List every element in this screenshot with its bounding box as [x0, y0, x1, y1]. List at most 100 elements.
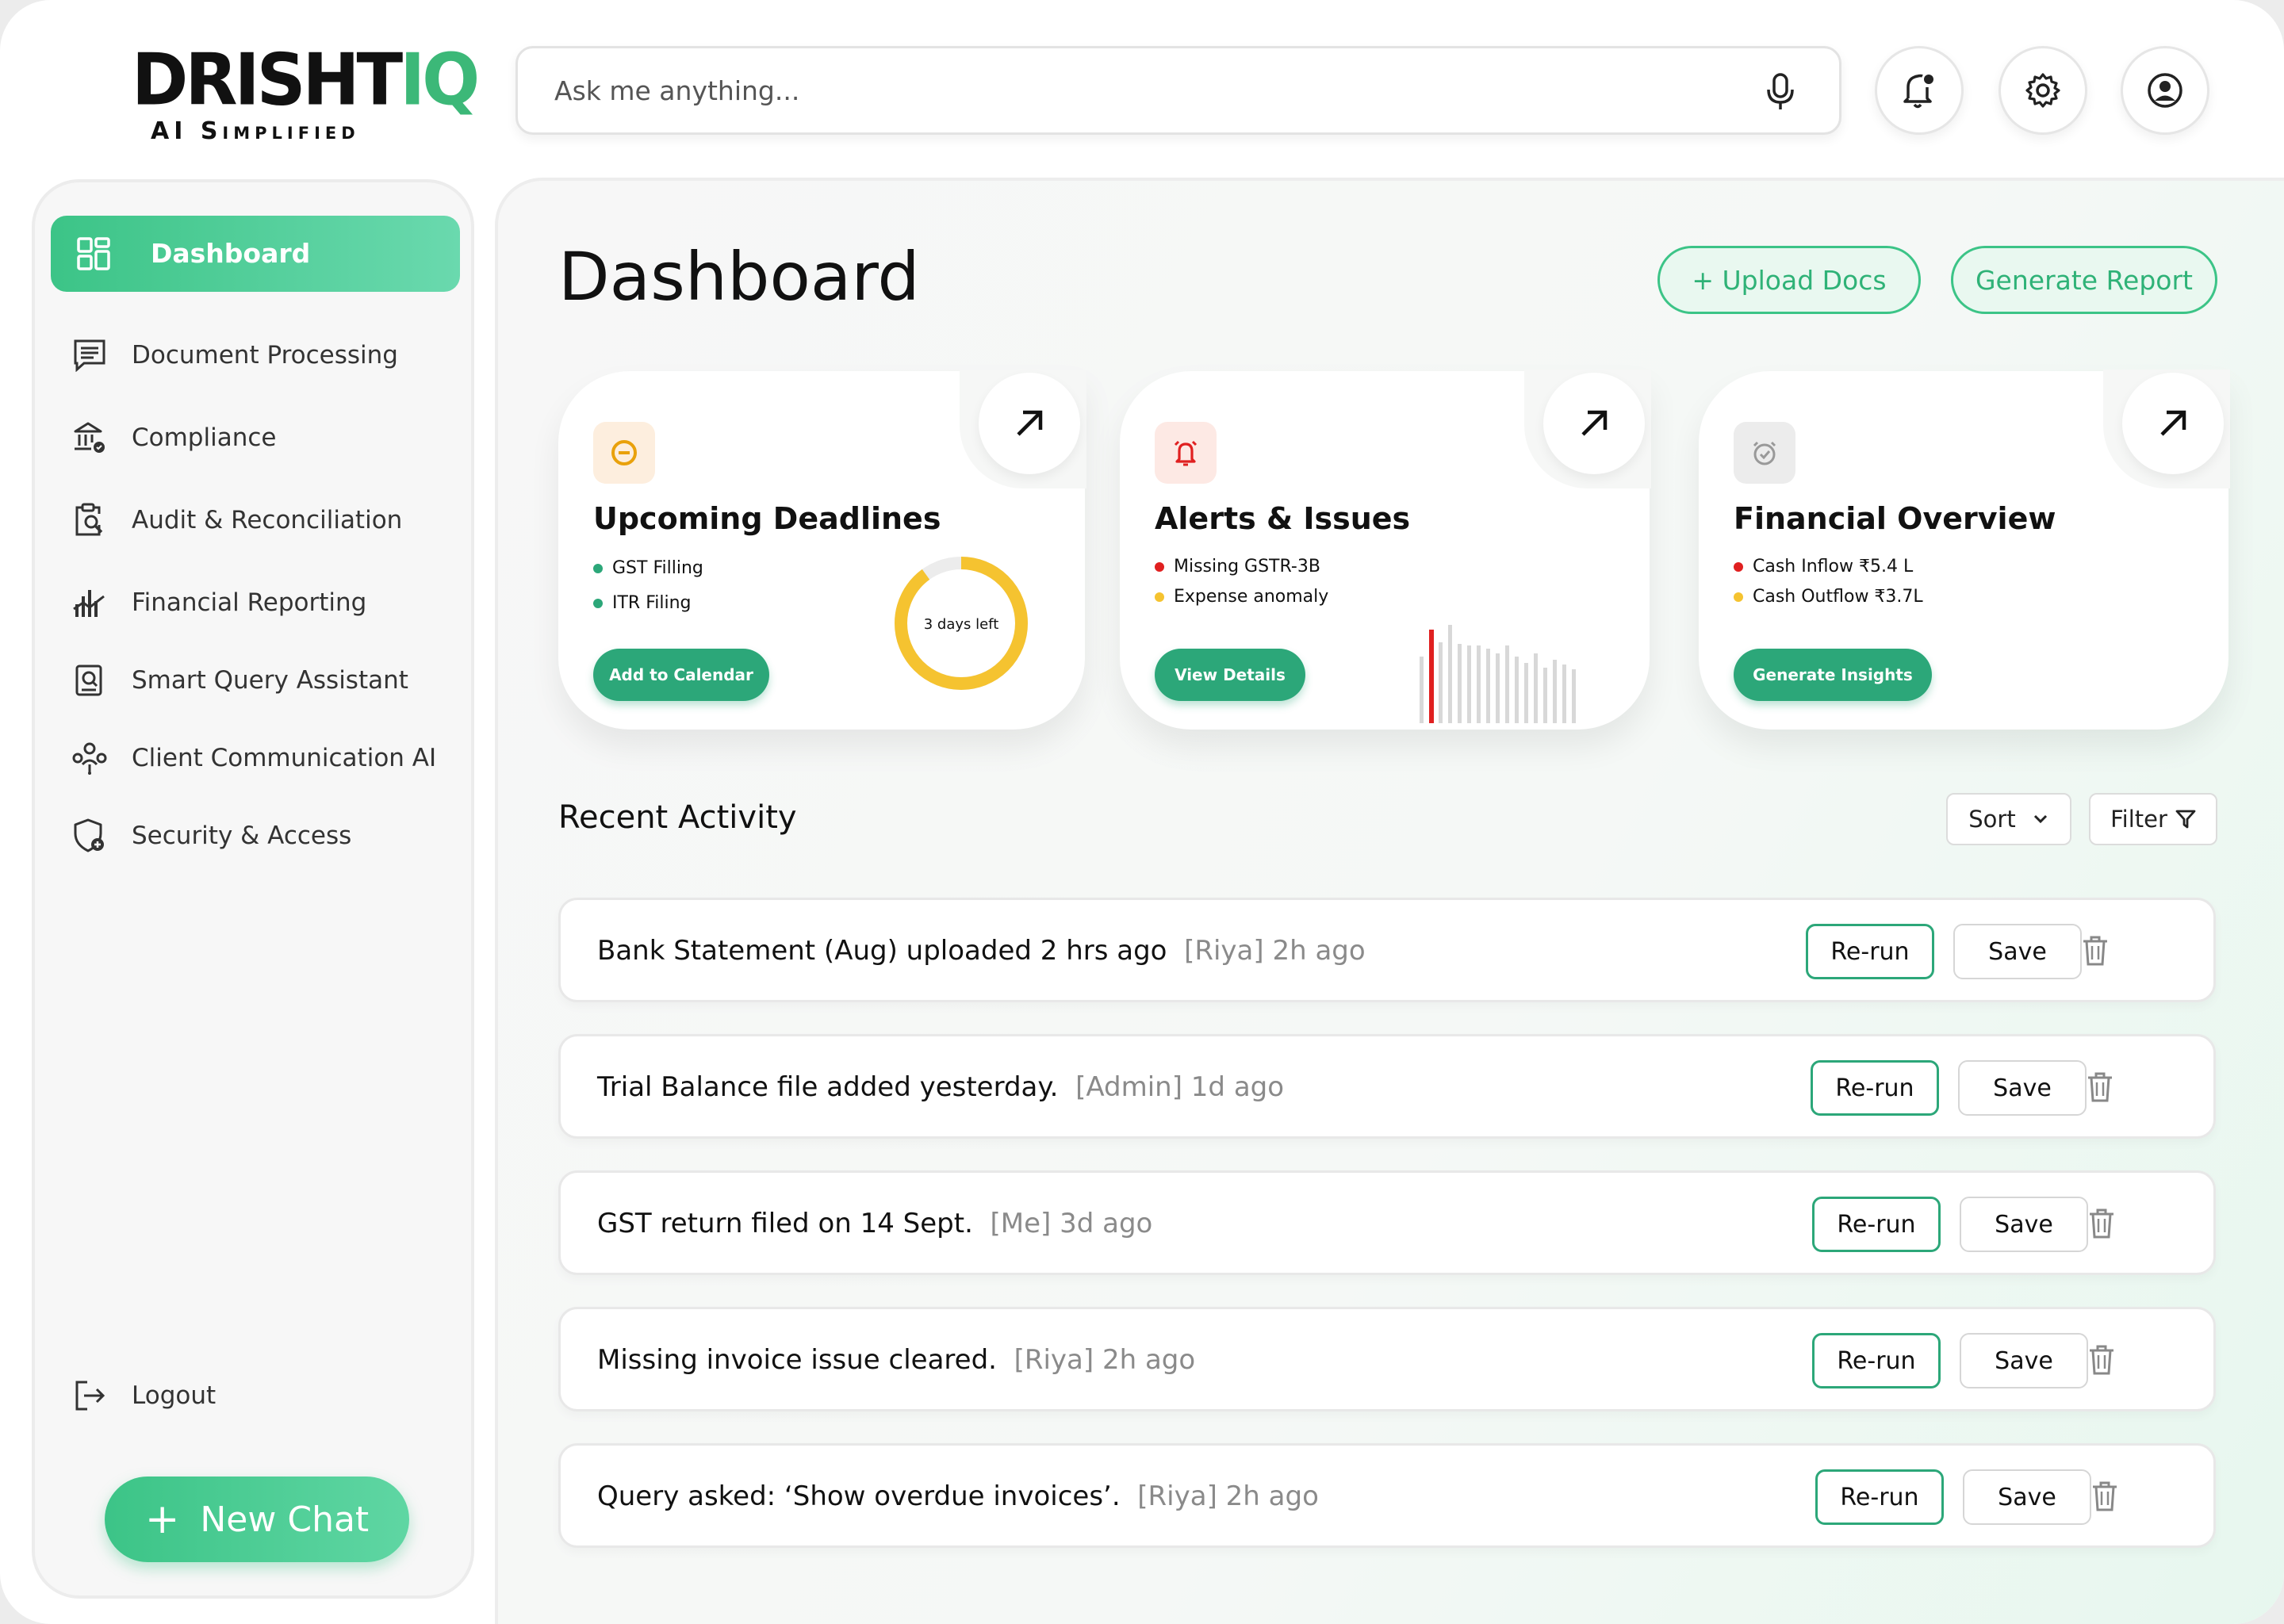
activity-text: Trial Balance file added yesterday. [Adm… — [597, 1071, 1285, 1103]
page-title: Dashboard — [558, 238, 920, 316]
shield-icon — [71, 818, 108, 854]
activity-row[interactable]: Query asked: ‘Show overdue invoices’. [R… — [558, 1443, 2216, 1548]
alarm-bell-icon — [1155, 422, 1217, 484]
chart-icon — [71, 584, 108, 621]
activity-meta: [Riya] 2h ago — [1184, 935, 1366, 967]
sidebar-item-financial-reporting[interactable]: Financial Reporting — [71, 579, 452, 626]
deadline-progress-ring: 3 days left — [895, 557, 1028, 690]
notifications-button[interactable] — [1875, 46, 1964, 135]
save-button[interactable]: Save — [1963, 1469, 2091, 1525]
sidebar-item-label: Client Communication AI — [132, 744, 437, 772]
card-bullet: Cash Outflow ₹3.7L — [1734, 587, 1923, 607]
activity-meta: [Me] 3d ago — [990, 1208, 1153, 1239]
generate-insights-button[interactable]: Generate Insights — [1734, 649, 1932, 701]
trash-icon[interactable] — [2088, 1208, 2115, 1239]
bell-icon — [1903, 74, 1933, 109]
deadline-icon — [593, 422, 655, 484]
sidebar-item-security-access[interactable]: Security & Access — [71, 812, 452, 860]
sidebar-item-label: Smart Query Assistant — [132, 666, 408, 695]
brand-logo[interactable]: DRISHTIQ AI Simplified — [132, 38, 480, 147]
sidebar-item-label: Compliance — [132, 423, 277, 452]
alarm-clock-icon — [1734, 422, 1795, 484]
rerun-button[interactable]: Re-run — [1806, 924, 1934, 979]
trash-icon[interactable] — [2087, 1071, 2113, 1103]
activity-text: Bank Statement (Aug) uploaded 2 hrs ago … — [597, 935, 1366, 967]
microphone-icon[interactable] — [1765, 72, 1796, 112]
save-button[interactable]: Save — [1958, 1060, 2087, 1116]
sidebar-item-compliance[interactable]: Compliance — [71, 414, 452, 462]
trash-icon[interactable] — [2088, 1344, 2115, 1376]
grid-icon — [77, 237, 110, 270]
trash-icon[interactable] — [2091, 1480, 2118, 1512]
filter-button[interactable]: Filter — [2089, 793, 2217, 845]
settings-button[interactable] — [1998, 46, 2087, 135]
upload-docs-button[interactable]: + Upload Docs — [1657, 246, 1921, 314]
sidebar-item-label: Dashboard — [151, 238, 311, 269]
card-title: Financial Overview — [1734, 501, 2056, 536]
rerun-button[interactable]: Re-run — [1815, 1469, 1944, 1525]
ring-label: 3 days left — [924, 616, 999, 633]
user-icon — [2148, 73, 2182, 108]
card-bullet: ITR Filing — [593, 593, 692, 613]
activity-row[interactable]: GST return filed on 14 Sept. [Me] 3d ago… — [558, 1170, 2216, 1275]
search-bar[interactable]: Ask me anything... — [515, 46, 1841, 135]
activity-text: Query asked: ‘Show overdue invoices’. [R… — [597, 1480, 1319, 1512]
sidebar-item-document-processing[interactable]: Document Processing — [71, 331, 452, 379]
new-chat-label: New Chat — [200, 1499, 370, 1540]
activity-meta: [Admin] 1d ago — [1075, 1071, 1285, 1103]
trash-icon[interactable] — [2082, 935, 2109, 967]
sidebar-item-client-communication-ai[interactable]: Client Communication AI — [71, 734, 452, 782]
recent-activity-title: Recent Activity — [558, 799, 797, 836]
activity-row[interactable]: Missing invoice issue cleared. [Riya] 2h… — [558, 1307, 2216, 1411]
activity-meta: [Riya] 2h ago — [1137, 1480, 1319, 1512]
sidebar: Dashboard Document Processing Compliance… — [32, 179, 474, 1599]
view-details-button[interactable]: View Details — [1155, 649, 1305, 701]
alerts-issues-card[interactable]: Alerts & Issues Missing GSTR-3B Expense … — [1120, 370, 1651, 730]
activity-text: GST return filed on 14 Sept. [Me] 3d ago — [597, 1208, 1153, 1239]
rerun-button[interactable]: Re-run — [1811, 1060, 1939, 1116]
new-chat-button[interactable]: + New Chat — [105, 1477, 409, 1562]
expand-arrow-icon[interactable] — [1543, 373, 1645, 474]
logout-label: Logout — [132, 1381, 217, 1410]
save-button[interactable]: Save — [1960, 1197, 2088, 1252]
activity-row[interactable]: Trial Balance file added yesterday. [Adm… — [558, 1034, 2216, 1139]
chevron-down-icon — [2033, 814, 2047, 824]
gear-icon — [2025, 73, 2060, 108]
card-title: Alerts & Issues — [1155, 501, 1411, 536]
clipboard-search-icon — [71, 502, 108, 538]
main-panel: Dashboard + Upload Docs Generate Report … — [495, 178, 2284, 1624]
plus-icon: + — [144, 1496, 180, 1543]
generate-report-button[interactable]: Generate Report — [1951, 246, 2217, 314]
rerun-button[interactable]: Re-run — [1812, 1197, 1941, 1252]
bank-icon — [71, 419, 108, 456]
add-to-calendar-button[interactable]: Add to Calendar — [593, 649, 769, 701]
query-icon — [71, 662, 108, 699]
sidebar-item-smart-query-assistant[interactable]: Smart Query Assistant — [71, 657, 452, 704]
card-bullet: GST Filling — [593, 558, 703, 578]
sidebar-item-label: Document Processing — [132, 341, 398, 370]
logout-button[interactable]: Logout — [71, 1372, 452, 1419]
brand-wordmark: DRISHTIQ — [132, 38, 480, 122]
sidebar-item-label: Audit & Reconciliation — [132, 506, 403, 534]
sort-button[interactable]: Sort — [1946, 793, 2071, 845]
people-icon — [71, 740, 108, 776]
sidebar-item-dashboard[interactable]: Dashboard — [51, 216, 460, 292]
financial-overview-card[interactable]: Financial Overview Cash Inflow ₹5.4 L Ca… — [1699, 370, 2230, 730]
save-button[interactable]: Save — [1960, 1333, 2088, 1388]
rerun-button[interactable]: Re-run — [1812, 1333, 1941, 1388]
card-bullet: Expense anomaly — [1155, 587, 1328, 607]
card-title: Upcoming Deadlines — [593, 501, 941, 536]
logout-icon — [71, 1377, 108, 1414]
profile-button[interactable] — [2121, 46, 2209, 135]
alerts-spark-bars — [1420, 625, 1576, 723]
card-bullet: Missing GSTR-3B — [1155, 557, 1320, 576]
save-button[interactable]: Save — [1953, 924, 2082, 979]
card-bullet: Cash Inflow ₹5.4 L — [1734, 557, 1913, 576]
expand-arrow-icon[interactable] — [2122, 373, 2224, 474]
activity-row[interactable]: Bank Statement (Aug) uploaded 2 hrs ago … — [558, 898, 2216, 1002]
expand-arrow-icon[interactable] — [979, 373, 1080, 474]
sidebar-item-label: Financial Reporting — [132, 588, 367, 617]
sidebar-item-audit-reconciliation[interactable]: Audit & Reconciliation — [71, 496, 452, 544]
search-input[interactable]: Ask me anything... — [554, 75, 799, 106]
upcoming-deadlines-card[interactable]: Upcoming Deadlines GST Filling ITR Filin… — [558, 370, 1086, 730]
